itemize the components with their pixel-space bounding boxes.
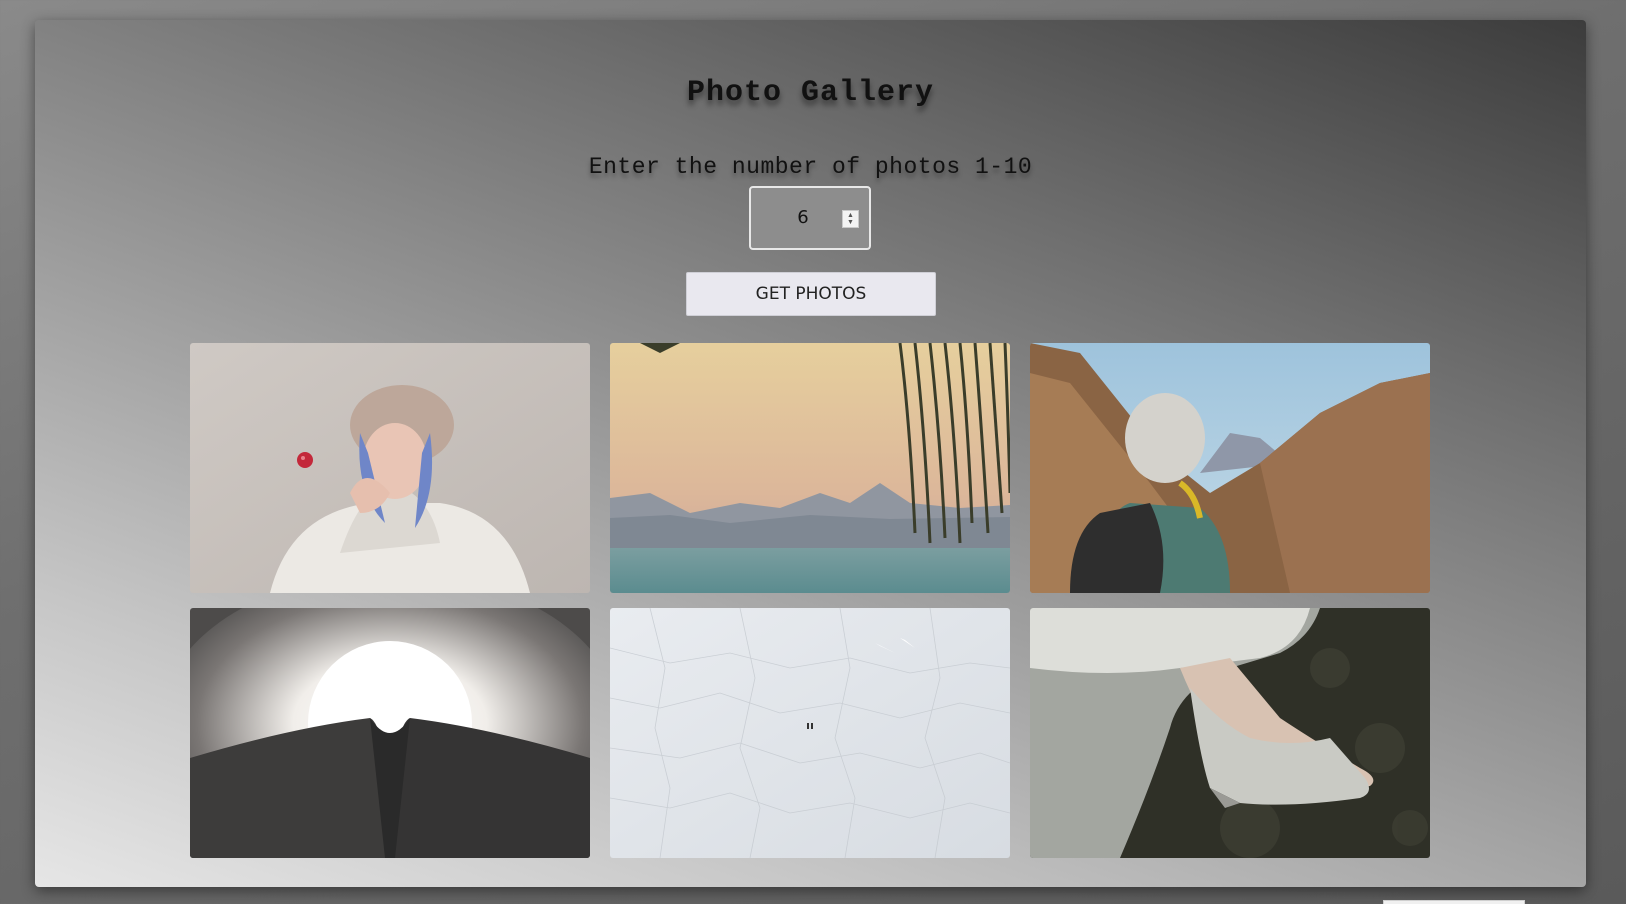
photo-hiker-mountains [1030, 343, 1430, 593]
scroll-indicator [1383, 900, 1525, 904]
photo-tunnel-light [190, 608, 590, 858]
photo-count-prompt: Enter the number of photos 1-10 [588, 154, 1033, 180]
photo-item[interactable] [610, 608, 1010, 858]
photo-grid [190, 343, 1430, 858]
page-title: Photo Gallery [686, 76, 935, 110]
photo-woman-fur-hat [190, 343, 590, 593]
photo-item[interactable] [610, 343, 1010, 593]
stepper-arrows-icon[interactable]: ▲ ▼ [842, 210, 859, 228]
photo-sunset-lake [610, 343, 1010, 593]
photo-count-input[interactable]: 6 ▲ ▼ [749, 186, 871, 250]
photo-item[interactable] [1030, 608, 1430, 858]
get-photos-button[interactable]: GET PHOTOS [686, 272, 936, 316]
photo-count-value[interactable]: 6 [751, 188, 855, 248]
photo-item[interactable] [190, 608, 590, 858]
gallery-card: Photo Gallery Enter the number of photos… [35, 20, 1586, 887]
photo-item[interactable] [1030, 343, 1430, 593]
chevron-up-icon[interactable]: ▲ [847, 212, 854, 219]
photo-white-heel [1030, 608, 1430, 858]
photo-item[interactable] [190, 343, 590, 593]
photo-salt-flat [610, 608, 1010, 858]
chevron-down-icon[interactable]: ▼ [847, 219, 854, 226]
